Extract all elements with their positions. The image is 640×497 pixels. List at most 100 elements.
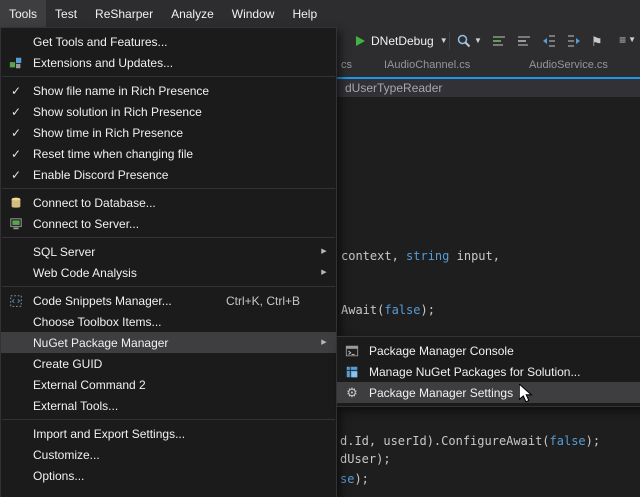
menu-item-label: Enable Discord Presence bbox=[31, 168, 312, 182]
menu-item-external-tools[interactable]: External Tools... bbox=[1, 395, 336, 416]
increase-indent-icon bbox=[566, 33, 582, 49]
comment-selection-icon bbox=[491, 33, 507, 49]
checkmark-icon: ✓ bbox=[11, 106, 21, 118]
menu-item-label: External Command 2 bbox=[31, 378, 312, 392]
menu-item-label: Import and Export Settings... bbox=[31, 427, 312, 441]
menu-item-connect-to-database[interactable]: Connect to Database... bbox=[1, 192, 336, 213]
tab-iaudiochannel[interactable]: IAudioChannel.cs bbox=[384, 59, 470, 71]
menu-item-label: Options... bbox=[31, 469, 312, 483]
menu-item-enable-discord-presence[interactable]: ✓ Enable Discord Presence bbox=[1, 164, 336, 185]
tab-audioservice[interactable]: AudioService.cs bbox=[529, 59, 608, 71]
menu-item-code-snippets-manager[interactable]: Code Snippets Manager...Ctrl+K, Ctrl+B bbox=[1, 290, 336, 311]
run-target-label: DNetDebug bbox=[371, 34, 434, 48]
code-line: Await(false); bbox=[341, 303, 435, 317]
database-icon bbox=[9, 196, 23, 210]
menu-item-label: Show time in Rich Presence bbox=[31, 126, 312, 140]
menu-item-label: Extensions and Updates... bbox=[31, 56, 312, 70]
menu-item-customize[interactable]: Customize... bbox=[1, 444, 336, 465]
type-dropdown[interactable]: dUserTypeReader bbox=[345, 81, 442, 95]
menu-item-show-time[interactable]: ✓ Show time in Rich Presence bbox=[1, 122, 336, 143]
checkmark-icon: ✓ bbox=[11, 148, 21, 160]
decrease-indent-icon bbox=[541, 33, 557, 49]
menu-item-label: Package Manager Settings bbox=[367, 386, 631, 400]
vs-window: Tools Test ReSharper Analyze Window Help… bbox=[0, 0, 640, 497]
toggle-bookmark-button[interactable]: ⚑ bbox=[591, 32, 603, 50]
menu-item-label: Get Tools and Features... bbox=[31, 35, 312, 49]
uncomment-selection-button[interactable] bbox=[516, 32, 532, 50]
uncomment-selection-icon bbox=[516, 33, 532, 49]
menu-resharper[interactable]: ReSharper bbox=[86, 0, 162, 27]
menu-item-web-code-analysis[interactable]: Web Code Analysis▶ bbox=[1, 262, 336, 283]
find-dropdown-icon[interactable]: ▼ bbox=[474, 37, 482, 45]
tools-menu-popup: Get Tools and Features... Extensions and… bbox=[0, 27, 337, 497]
menu-test[interactable]: Test bbox=[46, 0, 86, 27]
bookmark-icon: ⚑ bbox=[591, 35, 603, 48]
server-icon bbox=[9, 217, 23, 231]
snippets-icon bbox=[9, 294, 23, 308]
decrease-indent-button[interactable] bbox=[541, 32, 557, 50]
nuget-submenu-popup: Package Manager Console Manage NuGet Pac… bbox=[336, 336, 640, 407]
console-icon bbox=[345, 344, 359, 358]
menu-tools[interactable]: Tools bbox=[0, 0, 46, 27]
menu-separator bbox=[2, 76, 335, 77]
menu-item-external-command-2[interactable]: External Command 2 bbox=[1, 374, 336, 395]
submenu-arrow-icon: ▶ bbox=[312, 269, 336, 276]
comment-selection-button[interactable] bbox=[491, 32, 507, 50]
menu-item-show-solution[interactable]: ✓ Show solution in Rich Presence bbox=[1, 101, 336, 122]
menu-item-import-export-settings[interactable]: Import and Export Settings... bbox=[1, 423, 336, 444]
menu-item-create-guid[interactable]: Create GUID bbox=[1, 353, 336, 374]
checkmark-icon: ✓ bbox=[11, 85, 21, 97]
menu-item-label: Choose Toolbox Items... bbox=[31, 315, 312, 329]
menu-separator bbox=[2, 419, 335, 420]
menu-item-label: Show file name in Rich Presence bbox=[31, 84, 312, 98]
menu-item-package-manager-settings[interactable]: ⚙ Package Manager Settings bbox=[337, 382, 640, 403]
menu-item-sql-server[interactable]: SQL Server▶ bbox=[1, 241, 336, 262]
tab-partial[interactable]: cs bbox=[341, 59, 352, 71]
menu-item-label: Connect to Server... bbox=[31, 217, 312, 231]
find-in-files-button[interactable]: ▼ bbox=[456, 32, 482, 50]
increase-indent-button[interactable] bbox=[566, 32, 582, 50]
menu-item-reset-time[interactable]: ✓ Reset time when changing file bbox=[1, 143, 336, 164]
code-line: se); bbox=[340, 472, 369, 486]
menu-item-get-tools-and-features[interactable]: Get Tools and Features... bbox=[1, 31, 336, 52]
menu-item-label: Show solution in Rich Presence bbox=[31, 105, 312, 119]
find-in-files-icon bbox=[456, 33, 472, 49]
menu-item-manage-nuget-packages-solution[interactable]: Manage NuGet Packages for Solution... bbox=[337, 361, 640, 382]
menu-item-connect-to-server[interactable]: Connect to Server... bbox=[1, 213, 336, 234]
menu-window[interactable]: Window bbox=[223, 0, 284, 27]
gear-icon: ⚙ bbox=[346, 386, 358, 399]
menu-item-label: SQL Server bbox=[31, 245, 312, 259]
menu-help[interactable]: Help bbox=[283, 0, 326, 27]
menu-item-label: Package Manager Console bbox=[367, 344, 631, 358]
menu-item-extensions-and-updates[interactable]: Extensions and Updates... bbox=[1, 52, 336, 73]
toolbar-overflow-button[interactable]: ≡▼ bbox=[619, 33, 636, 47]
menu-separator bbox=[2, 188, 335, 189]
menu-separator bbox=[2, 286, 335, 287]
menu-item-label: Customize... bbox=[31, 448, 312, 462]
play-icon bbox=[356, 36, 365, 46]
code-line: dUser); bbox=[340, 452, 391, 466]
start-debug-button[interactable]: DNetDebug ▼ bbox=[356, 31, 448, 51]
menu-item-choose-toolbox-items[interactable]: Choose Toolbox Items... bbox=[1, 311, 336, 332]
toolbar-separator bbox=[449, 32, 450, 50]
menu-item-label: Code Snippets Manager... bbox=[31, 294, 226, 308]
menu-item-options[interactable]: Options... bbox=[1, 465, 336, 486]
run-target-dropdown-icon[interactable]: ▼ bbox=[440, 37, 448, 45]
menu-item-label: Create GUID bbox=[31, 357, 312, 371]
menu-item-nuget-package-manager[interactable]: NuGet Package Manager▶ bbox=[1, 332, 336, 353]
menu-item-label: Manage NuGet Packages for Solution... bbox=[367, 365, 631, 379]
checkmark-icon: ✓ bbox=[11, 127, 21, 139]
menu-item-label: External Tools... bbox=[31, 399, 312, 413]
extensions-icon bbox=[9, 56, 23, 70]
menu-item-show-file-name[interactable]: ✓ Show file name in Rich Presence bbox=[1, 80, 336, 101]
submenu-arrow-icon: ▶ bbox=[312, 339, 336, 346]
menubar: Tools Test ReSharper Analyze Window Help bbox=[0, 0, 640, 27]
menu-item-label: Reset time when changing file bbox=[31, 147, 312, 161]
overflow-caret-icon: ▼ bbox=[628, 36, 636, 44]
checkmark-icon: ✓ bbox=[11, 169, 21, 181]
menu-analyze[interactable]: Analyze bbox=[162, 0, 223, 27]
menu-separator bbox=[2, 237, 335, 238]
menu-item-package-manager-console[interactable]: Package Manager Console bbox=[337, 340, 640, 361]
packages-icon bbox=[345, 365, 359, 379]
overflow-icon: ≡ bbox=[619, 33, 626, 47]
